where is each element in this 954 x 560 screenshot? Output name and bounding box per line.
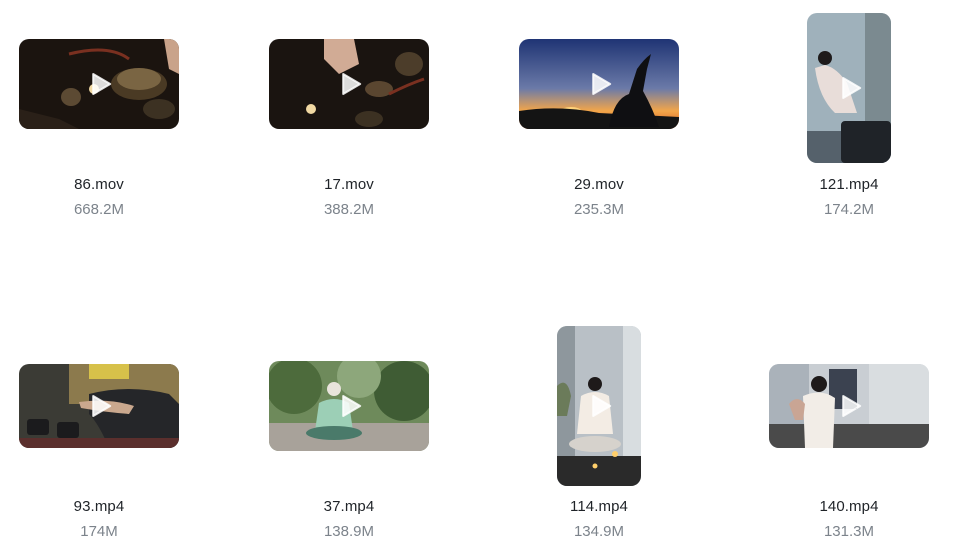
file-size: 388.2M xyxy=(323,201,375,218)
play-icon xyxy=(342,73,362,95)
file-size: 138.9M xyxy=(323,523,375,540)
file-name: 93.mp4 xyxy=(73,498,125,515)
play-icon xyxy=(842,395,862,417)
video-thumbnail[interactable] xyxy=(807,13,891,163)
play-icon xyxy=(592,73,612,95)
file-card[interactable]: 86.mov 668.2M xyxy=(0,0,199,230)
file-card[interactable]: 114.mp4 134.9M xyxy=(499,320,699,550)
file-name: 114.mp4 xyxy=(570,498,628,515)
video-thumbnail[interactable] xyxy=(519,39,679,129)
file-size: 174.2M xyxy=(823,201,875,218)
file-size: 668.2M xyxy=(73,201,125,218)
play-icon xyxy=(92,73,112,95)
play-icon xyxy=(842,77,862,99)
file-size: 235.3M xyxy=(573,201,625,218)
file-card[interactable]: 37.mp4 138.9M xyxy=(249,320,449,550)
file-name: 17.mov xyxy=(324,176,374,193)
file-card[interactable]: 29.mov 235.3M xyxy=(499,0,699,230)
video-thumbnail[interactable] xyxy=(269,361,429,451)
file-card[interactable]: 93.mp4 174M xyxy=(0,320,199,550)
video-thumbnail[interactable] xyxy=(19,364,179,448)
video-thumbnail[interactable] xyxy=(769,364,929,448)
file-name: 86.mov xyxy=(74,176,124,193)
play-icon xyxy=(92,395,112,417)
file-name: 121.mp4 xyxy=(819,176,879,193)
video-thumbnail[interactable] xyxy=(19,39,179,129)
file-name: 37.mp4 xyxy=(323,498,375,515)
video-file-grid: 86.mov 668.2M 17.mov 388.2M 29.mov 235.3… xyxy=(0,0,954,560)
file-name: 29.mov xyxy=(574,176,624,193)
file-size: 131.3M xyxy=(823,523,875,540)
file-size: 134.9M xyxy=(573,523,625,540)
video-thumbnail[interactable] xyxy=(557,326,641,486)
file-size: 174M xyxy=(80,523,118,540)
play-icon xyxy=(342,395,362,417)
play-icon xyxy=(592,395,612,417)
video-thumbnail[interactable] xyxy=(269,39,429,129)
file-card[interactable]: 140.mp4 131.3M xyxy=(749,320,949,550)
file-name: 140.mp4 xyxy=(819,498,879,515)
file-card[interactable]: 17.mov 388.2M xyxy=(249,0,449,230)
file-card[interactable]: 121.mp4 174.2M xyxy=(749,0,949,230)
